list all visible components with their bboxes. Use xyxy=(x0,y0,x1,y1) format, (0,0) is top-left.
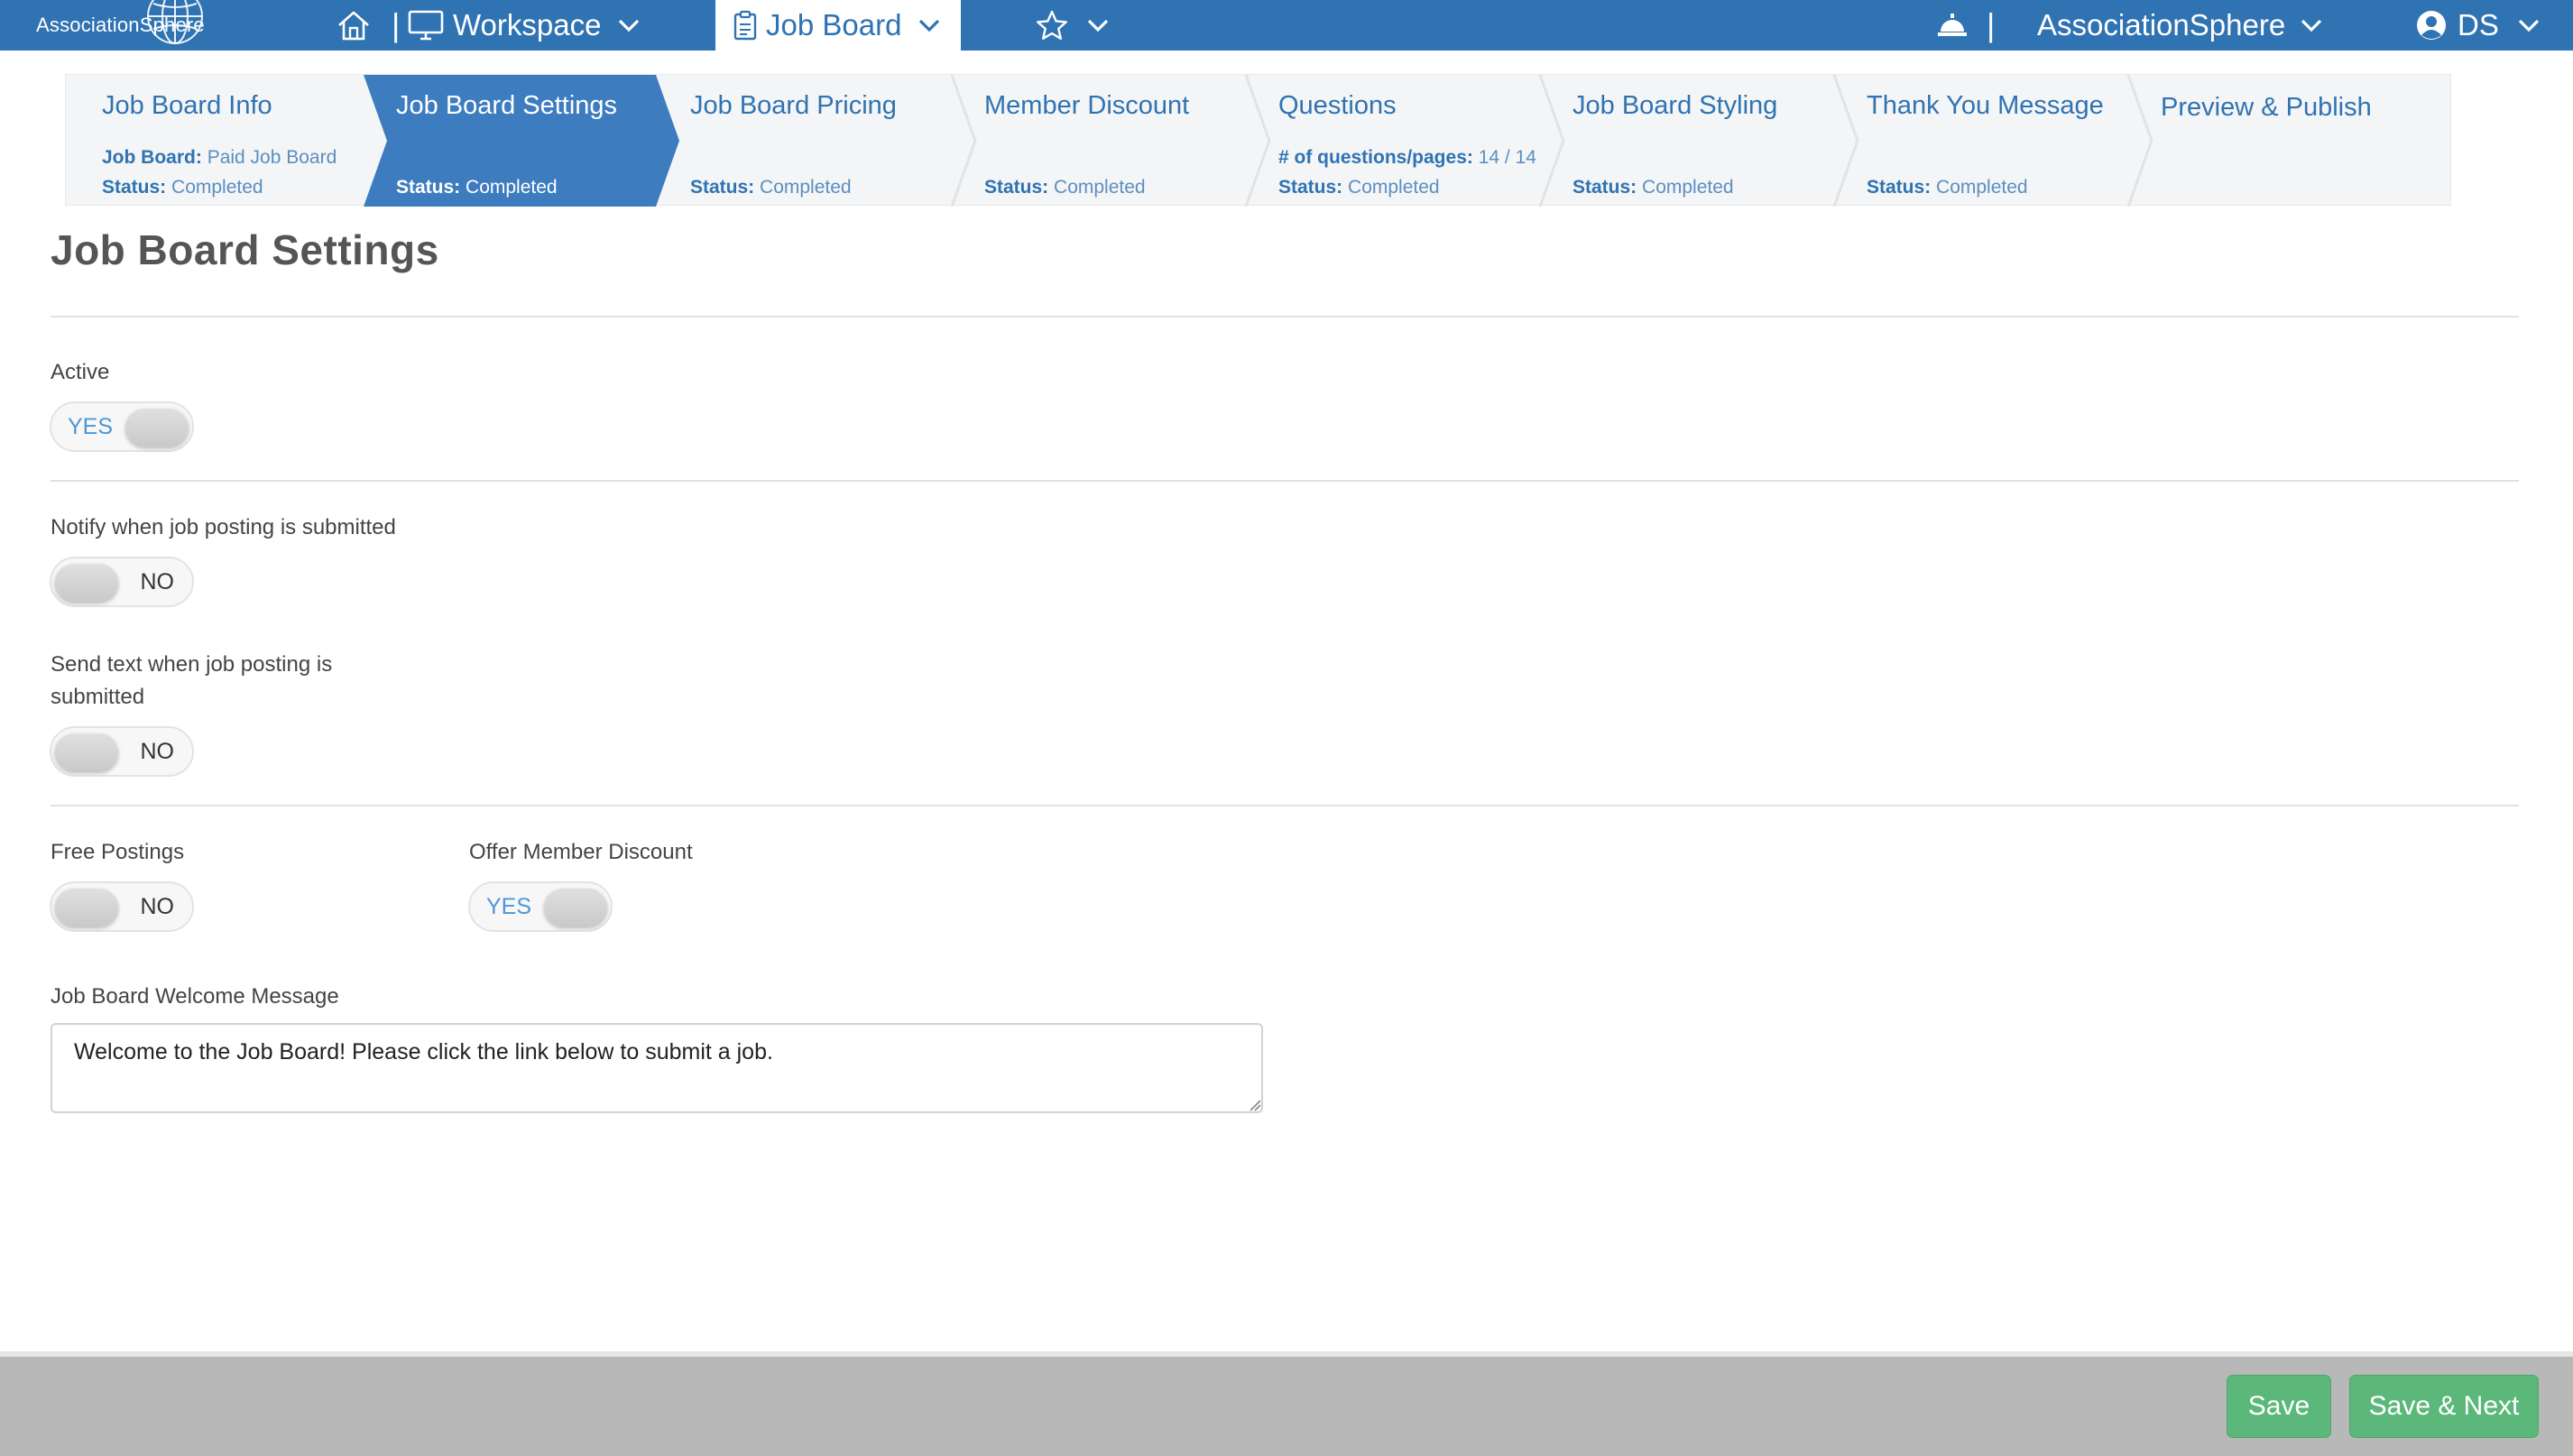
organization-label: AssociationSphere xyxy=(2037,8,2286,41)
step-status: Status: Completed xyxy=(984,177,1146,198)
active-toggle[interactable]: YES xyxy=(50,401,194,452)
chevron-down-icon xyxy=(1087,19,1109,32)
step-status: Status: Completed xyxy=(1572,177,1734,198)
divider xyxy=(51,480,2519,482)
step-title: Job Board Pricing xyxy=(690,91,897,120)
step-title: Member Discount xyxy=(984,91,1190,120)
workspace-label: Workspace xyxy=(453,8,602,41)
page-title: Job Board Settings xyxy=(51,226,439,273)
home-link[interactable]: | xyxy=(336,0,400,51)
step-status: Status: Completed xyxy=(1278,177,1440,198)
divider xyxy=(51,805,2519,806)
user-initials: DS xyxy=(2458,8,2499,41)
step-job-board-settings[interactable]: Job Board Settings Status: Completed xyxy=(360,75,654,207)
globe-icon xyxy=(147,0,203,44)
step-member-discount[interactable]: Member Discount Status: Completed xyxy=(948,75,1242,207)
organization-menu[interactable]: AssociationSphere xyxy=(2037,0,2323,51)
save-button[interactable]: Save xyxy=(2227,1375,2331,1438)
notify-toggle[interactable]: NO xyxy=(50,557,194,607)
toggle-state-text: NO xyxy=(140,569,175,594)
send-text-label-line2: submitted xyxy=(51,685,145,709)
nav-separator: | xyxy=(392,6,401,43)
free-postings-label: Free Postings xyxy=(51,840,185,864)
step-title: Job Board Styling xyxy=(1572,91,1778,120)
step-title: Questions xyxy=(1278,91,1397,120)
step-job-board-styling[interactable]: Job Board Styling Status: Completed xyxy=(1536,75,1831,207)
toggle-state-text: NO xyxy=(140,739,175,764)
send-text-label: Send text when job posting is submitted xyxy=(51,649,332,714)
job-board-menu[interactable]: Job Board xyxy=(715,0,961,51)
active-label: Active xyxy=(51,360,110,384)
chevron-down-icon xyxy=(2518,19,2539,32)
send-text-label-line1: Send text when job posting is xyxy=(51,652,333,677)
footer-bar xyxy=(0,1351,2573,1456)
service-bell-icon xyxy=(1938,14,1967,36)
job-board-label: Job Board xyxy=(766,8,902,41)
wizard-steps: Job Board Info Job Board: Paid Job Board… xyxy=(65,74,2451,207)
chevron-down-icon xyxy=(2301,19,2322,32)
toggle-knob xyxy=(55,733,118,771)
step-status: Status: Completed xyxy=(102,177,263,198)
step-title: Thank You Message xyxy=(1867,91,2104,120)
welcome-message-label: Job Board Welcome Message xyxy=(51,984,339,1009)
notify-label: Notify when job posting is submitted xyxy=(51,515,396,539)
free-postings-toggle[interactable]: NO xyxy=(50,881,194,932)
step-title: Preview & Publish xyxy=(2161,93,2372,122)
service-bell-button[interactable]: | xyxy=(1936,0,1995,51)
toggle-state-text: YES xyxy=(486,894,532,919)
welcome-message-textarea[interactable]: Welcome to the Job Board! Please click t… xyxy=(51,1023,1263,1113)
toggle-knob xyxy=(544,889,607,926)
step-questions[interactable]: Questions # of questions/pages: 14 / 14 … xyxy=(1242,75,1536,207)
step-thank-you-message[interactable]: Thank You Message Status: Completed xyxy=(1831,75,2125,207)
clipboard-icon xyxy=(733,10,757,41)
favorites-menu[interactable] xyxy=(1036,0,1110,51)
star-icon xyxy=(1037,10,1067,40)
step-status: Status: Completed xyxy=(1867,177,2028,198)
step-preview-publish[interactable]: Preview & Publish xyxy=(2125,75,2419,207)
chevron-down-icon xyxy=(919,19,940,32)
member-discount-label: Offer Member Discount xyxy=(469,840,693,864)
step-title: Job Board Settings xyxy=(396,91,618,120)
step-meta-board: Job Board: Paid Job Board xyxy=(102,147,337,168)
member-discount-toggle[interactable]: YES xyxy=(468,881,613,932)
divider xyxy=(51,316,2519,318)
monitor-icon xyxy=(408,10,444,41)
step-meta-questions: # of questions/pages: 14 / 14 xyxy=(1278,147,1536,168)
step-status: Status: Completed xyxy=(690,177,852,198)
top-navbar: AssociationSphere | Workspace Job Board … xyxy=(0,0,2573,51)
toggle-state-text: NO xyxy=(140,894,175,919)
step-title: Job Board Info xyxy=(102,91,272,120)
nav-separator: | xyxy=(1987,6,1996,43)
workspace-menu[interactable]: Workspace xyxy=(408,0,641,51)
toggle-knob xyxy=(55,564,118,602)
user-avatar-icon xyxy=(2417,11,2446,40)
chevron-down-icon xyxy=(619,19,640,32)
toggle-knob xyxy=(55,889,118,926)
toggle-state-text: YES xyxy=(68,414,114,439)
toggle-knob xyxy=(125,409,189,447)
step-status: Status: Completed xyxy=(396,177,558,198)
send-text-toggle[interactable]: NO xyxy=(50,726,194,777)
resize-handle-icon[interactable] xyxy=(1249,1099,1261,1111)
step-job-board-info[interactable]: Job Board Info Job Board: Paid Job Board… xyxy=(66,75,360,207)
save-and-next-button[interactable]: Save & Next xyxy=(2349,1375,2539,1438)
user-menu[interactable]: DS xyxy=(2416,0,2541,51)
step-job-board-pricing[interactable]: Job Board Pricing Status: Completed xyxy=(654,75,948,207)
home-icon xyxy=(338,11,369,41)
app-logo[interactable]: AssociationSphere xyxy=(36,0,205,51)
